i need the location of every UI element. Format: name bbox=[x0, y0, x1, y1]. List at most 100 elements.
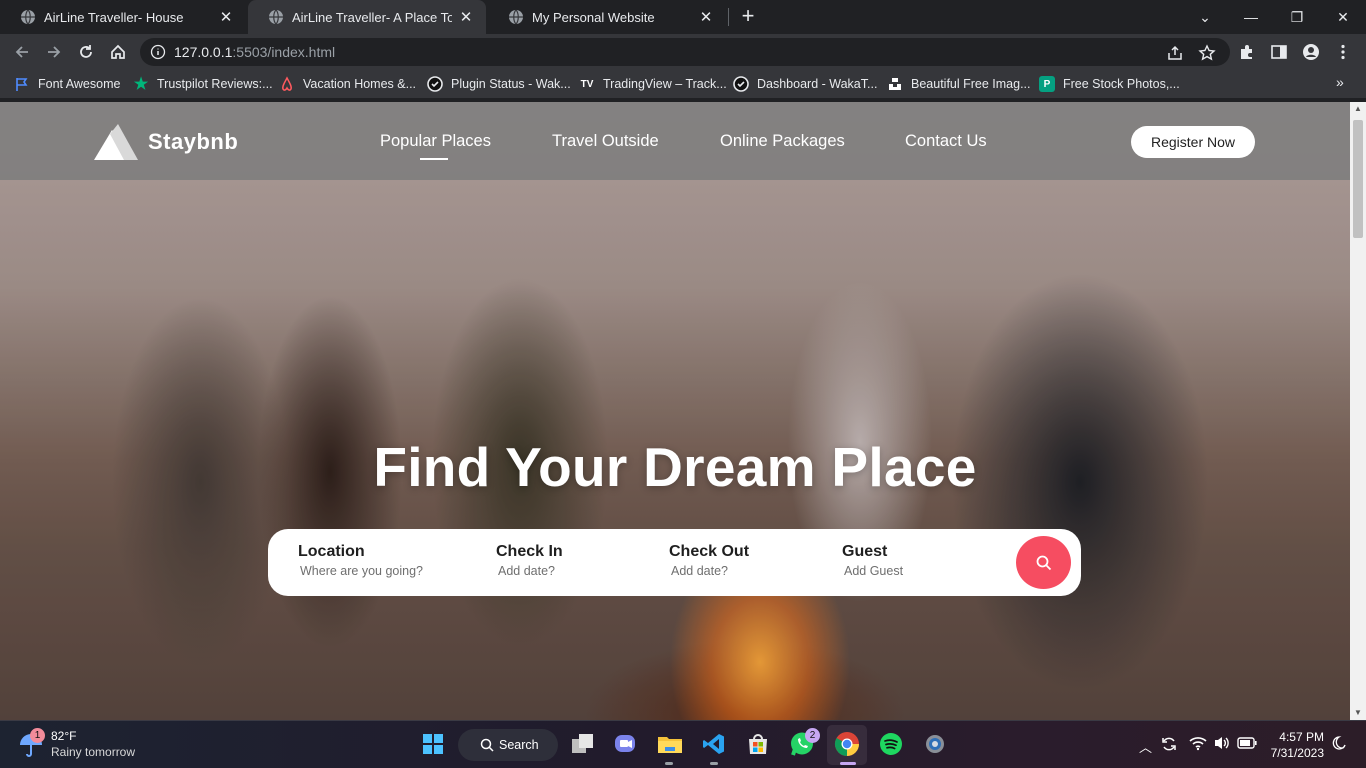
bookmark-trustpilot[interactable]: ★ Trustpilot Reviews:... bbox=[133, 76, 273, 93]
location-field[interactable]: Location Where are you going? bbox=[298, 543, 423, 578]
unsplash-icon bbox=[887, 76, 903, 92]
browser-toolbar: 127.0.0.1:5503/index.html bbox=[0, 34, 1366, 70]
address-bar[interactable]: 127.0.0.1:5503/index.html bbox=[140, 38, 1230, 66]
search-button[interactable] bbox=[1016, 536, 1071, 589]
nav-travel-outside[interactable]: Travel Outside bbox=[552, 132, 659, 151]
check-out-field[interactable]: Check Out Add date? bbox=[669, 543, 749, 578]
nav-popular-places[interactable]: Popular Places bbox=[380, 132, 491, 151]
bookmark-label: Dashboard - WakaT... bbox=[757, 77, 878, 91]
task-view-icon[interactable] bbox=[570, 731, 596, 757]
register-button[interactable]: Register Now bbox=[1131, 126, 1255, 158]
scrollbar-thumb[interactable] bbox=[1353, 120, 1363, 238]
focus-moon-icon[interactable] bbox=[1332, 735, 1348, 754]
menu-dots-icon[interactable] bbox=[1334, 43, 1352, 61]
bookmark-font-awesome[interactable]: Font Awesome bbox=[14, 76, 120, 92]
minimize-icon[interactable]: — bbox=[1228, 0, 1274, 34]
bookmark-label: TradingView – Track... bbox=[603, 77, 727, 91]
check-in-field[interactable]: Check In Add date? bbox=[496, 543, 563, 578]
window-close-icon[interactable]: ✕ bbox=[1320, 0, 1366, 34]
check-circle-icon bbox=[427, 76, 443, 92]
profile-icon[interactable] bbox=[1302, 43, 1320, 61]
chrome-icon[interactable] bbox=[834, 731, 860, 757]
bookmark-dashboard-wakatime[interactable]: Dashboard - WakaT... bbox=[733, 76, 877, 92]
share-icon[interactable] bbox=[1166, 44, 1184, 62]
weather-condition: Rainy tomorrow bbox=[51, 745, 136, 759]
teams-chat-icon[interactable] bbox=[613, 731, 639, 757]
spotify-icon[interactable] bbox=[878, 731, 904, 757]
globe-icon bbox=[21, 9, 35, 25]
weather-badge: 1 bbox=[30, 728, 45, 743]
vscode-icon[interactable] bbox=[701, 731, 727, 757]
bookmarks-overflow-icon[interactable]: » bbox=[1336, 74, 1344, 90]
bookmark-unsplash[interactable]: Beautiful Free Imag... bbox=[887, 76, 1031, 92]
location-placeholder: Where are you going? bbox=[300, 564, 423, 578]
brand-name: Staybnb bbox=[148, 129, 239, 154]
bookmark-plugin-status[interactable]: Plugin Status - Wak... bbox=[427, 76, 571, 92]
chrome-running-indicator bbox=[840, 762, 856, 765]
tab-strip: AirLine Traveller- House ✕ AirLine Trave… bbox=[0, 0, 1366, 34]
bookmark-star-icon[interactable] bbox=[1198, 44, 1216, 62]
side-panel-icon[interactable] bbox=[1270, 43, 1288, 61]
taskbar-search[interactable]: Search bbox=[458, 729, 558, 761]
file-explorer-icon[interactable] bbox=[657, 731, 683, 757]
bookmark-vacation-homes[interactable]: Vacation Homes &... bbox=[279, 76, 416, 92]
bookmark-pexels[interactable]: P Free Stock Photos,... bbox=[1039, 76, 1180, 92]
location-label: Location bbox=[298, 543, 365, 560]
taskbar-search-label: Search bbox=[499, 738, 539, 752]
restore-icon[interactable]: ❐ bbox=[1274, 0, 1320, 34]
back-icon[interactable] bbox=[10, 40, 34, 64]
close-icon[interactable]: ✕ bbox=[218, 8, 234, 26]
airbnb-icon bbox=[279, 76, 295, 92]
new-tab-icon[interactable]: + bbox=[737, 5, 759, 28]
tab-airline-place[interactable]: AirLine Traveller- A Place To Choose ✕ bbox=[248, 0, 486, 34]
brand-logo[interactable]: Staybnb bbox=[94, 124, 238, 160]
site-header: Staybnb Popular Places Travel Outside On… bbox=[0, 102, 1350, 180]
nav-online-packages[interactable]: Online Packages bbox=[720, 132, 845, 151]
check-circle-icon bbox=[733, 76, 749, 92]
forward-icon[interactable] bbox=[42, 40, 66, 64]
search-icon bbox=[480, 738, 494, 752]
system-clock[interactable]: 4:57 PM 7/31/2023 bbox=[1262, 729, 1324, 761]
tab-airline-house[interactable]: AirLine Traveller- House ✕ bbox=[0, 0, 246, 34]
hidden-icons-chevron-icon[interactable]: ︿ bbox=[1139, 737, 1152, 756]
home-icon[interactable] bbox=[106, 40, 130, 64]
bookmark-tradingview[interactable]: TV TradingView – Track... bbox=[579, 76, 727, 92]
scroll-up-icon[interactable]: ▲ bbox=[1350, 102, 1366, 116]
clock-time: 4:57 PM bbox=[1279, 730, 1324, 744]
tab-search-chevron-icon[interactable]: ⌄ bbox=[1182, 0, 1228, 34]
whatsapp-badge: 2 bbox=[805, 728, 820, 743]
nav-contact-us[interactable]: Contact Us bbox=[905, 132, 987, 151]
sync-icon[interactable] bbox=[1160, 735, 1178, 756]
extensions-icon[interactable] bbox=[1238, 43, 1256, 61]
weather-widget[interactable]: 1 82°F Rainy tomorrow bbox=[18, 728, 136, 759]
url-text: 127.0.0.1:5503/index.html bbox=[174, 44, 336, 60]
scroll-down-icon[interactable]: ▼ bbox=[1350, 706, 1366, 720]
volume-icon[interactable] bbox=[1213, 735, 1231, 754]
bookmark-label: Plugin Status - Wak... bbox=[451, 77, 571, 91]
tab-separator bbox=[728, 8, 729, 26]
bookmark-label: Beautiful Free Imag... bbox=[911, 77, 1031, 91]
guest-field[interactable]: Guest Add Guest bbox=[842, 543, 903, 578]
info-icon[interactable] bbox=[150, 44, 166, 60]
umbrella-icon: 1 bbox=[18, 728, 45, 759]
guest-placeholder: Add Guest bbox=[844, 564, 904, 578]
weather-temperature: 82°F bbox=[51, 729, 77, 743]
reload-icon[interactable] bbox=[74, 40, 98, 64]
close-icon[interactable]: ✕ bbox=[458, 8, 474, 26]
check-in-placeholder: Add date? bbox=[498, 564, 555, 578]
explorer-running-indicator bbox=[665, 762, 673, 765]
check-out-placeholder: Add date? bbox=[671, 564, 728, 578]
hero-overlay bbox=[0, 102, 1350, 720]
microsoft-store-icon[interactable] bbox=[745, 731, 771, 757]
close-icon[interactable]: ✕ bbox=[698, 8, 714, 26]
page-scrollbar[interactable]: ▲ ▼ bbox=[1350, 102, 1366, 720]
check-out-label: Check Out bbox=[669, 543, 750, 560]
battery-icon[interactable] bbox=[1237, 737, 1257, 752]
tab-title: AirLine Traveller- A Place To Choose bbox=[292, 9, 452, 25]
wifi-icon[interactable] bbox=[1189, 735, 1207, 754]
tab-personal-website[interactable]: My Personal Website ✕ bbox=[488, 0, 726, 34]
settings-gear-icon[interactable] bbox=[922, 731, 948, 757]
windows-start-icon[interactable] bbox=[420, 731, 446, 757]
bookmark-label: Font Awesome bbox=[38, 77, 121, 91]
bookmarks-bar: Font Awesome ★ Trustpilot Reviews:... Va… bbox=[0, 70, 1366, 98]
